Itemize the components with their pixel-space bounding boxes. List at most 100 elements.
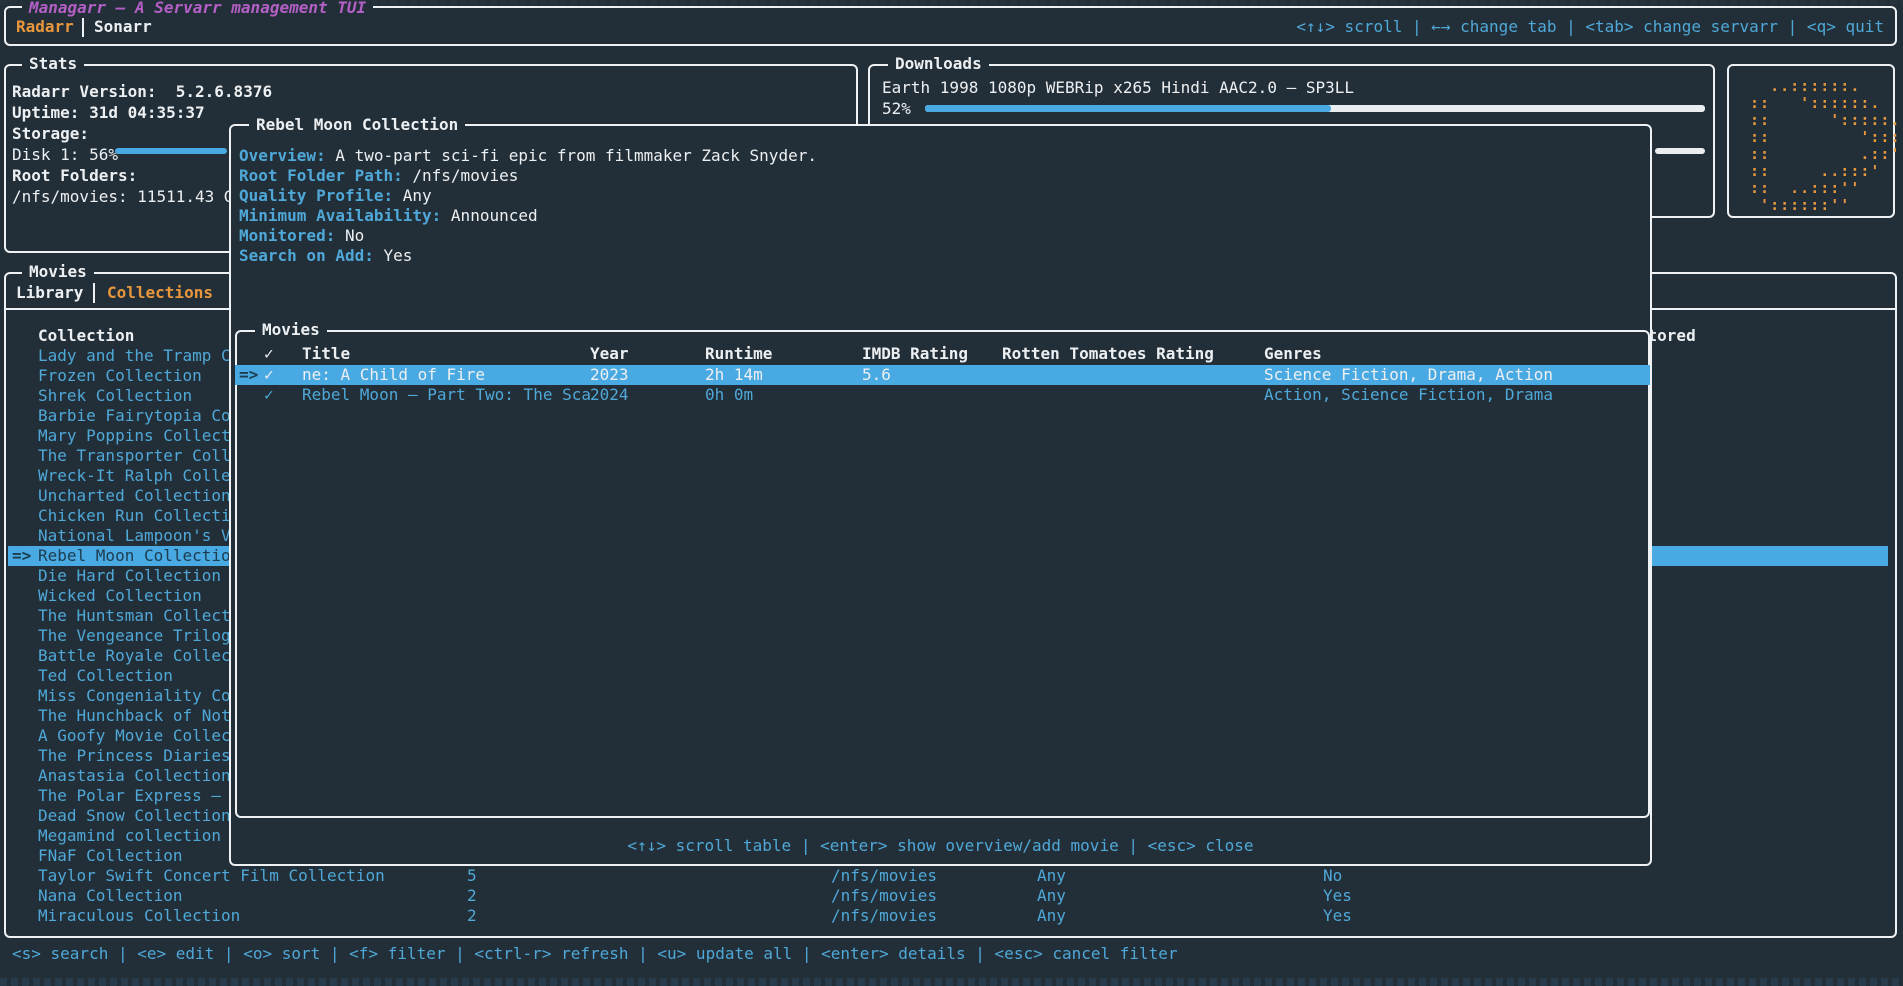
collection-name: Barbie Fairytopia Col <box>38 406 240 426</box>
modal-field: Monitored: No <box>239 226 364 246</box>
tab-collections[interactable]: Collections <box>107 283 213 303</box>
download-item: Earth 1998 1080p WEBRip x265 Hindi AAC2.… <box>882 78 1354 98</box>
collection-row[interactable]: Taylor Swift Concert Film Collection 5/nf… <box>0 866 1903 886</box>
collection-name: Ted Collection <box>38 666 173 686</box>
modal-field-label: Search on Add: <box>239 246 384 265</box>
collection-search-on-add: Yes <box>1323 906 1352 926</box>
movies-header-runtime: Runtime <box>705 344 772 364</box>
movies-header-year: Year <box>590 344 629 364</box>
collection-name: The Vengeance Trilogy <box>38 626 240 646</box>
app-title: Managarr – A Servarr management TUI <box>22 0 373 18</box>
stats-line: Uptime: 31d 04:35:37 <box>12 103 205 123</box>
movie-year: 2023 <box>590 365 629 385</box>
collection-details-modal: Rebel Moon Collection Overview: A two-pa… <box>229 124 1652 866</box>
modal-movie-row[interactable]: =>✓ne: A Child of Fire20232h 14m5.6Scien… <box>231 365 1650 385</box>
stats-line: Root Folders: <box>12 166 137 186</box>
movie-runtime: 2h 14m <box>705 365 763 385</box>
collection-name: FNaF Collection <box>38 846 183 866</box>
collections-tab-separator <box>93 283 95 303</box>
modal-field-label: Overview: <box>239 146 335 165</box>
movie-monitored-check: ✓ <box>264 385 274 405</box>
modal-field: Search on Add: Yes <box>239 246 412 266</box>
modal-movie-row[interactable]: ✓ Rebel Moon – Part Two: The Scar2024 0h 0… <box>231 385 1650 405</box>
collection-name: The Polar Express – C <box>38 786 240 806</box>
collection-row[interactable]: Nana Collection 2/nfs/movies Any Yes <box>0 886 1903 906</box>
modal-field-value: /nfs/movies <box>412 166 518 185</box>
collection-search-on-add: No <box>1323 866 1342 886</box>
collection-name: Taylor Swift Concert Film Collection <box>38 866 385 886</box>
collection-movie-count: 2 <box>467 886 477 906</box>
modal-title: Rebel Moon Collection <box>249 115 465 135</box>
collection-name: Wicked Collection <box>38 586 202 606</box>
modal-field-value: A two-part sci-fi epic from filmmaker Za… <box>335 146 817 165</box>
tab-radarr[interactable]: Radarr <box>16 17 74 37</box>
collection-name: Wreck-It Ralph Collec <box>38 466 240 486</box>
movie-title: ne: A Child of Fire <box>302 365 592 385</box>
download-progress-track <box>925 105 1705 112</box>
collection-row[interactable]: Miraculous Collection2/nfs/moviesAnyYes <box>0 906 1903 926</box>
movie-year: 2024 <box>590 385 629 405</box>
modal-field-label: Quality Profile: <box>239 186 403 205</box>
collections-panel-title: Movies <box>22 262 94 282</box>
collection-movie-count: 5 <box>467 866 477 886</box>
collection-name: Anastasia Collection <box>38 766 231 786</box>
collection-name: Chicken Run Collectio <box>38 506 240 526</box>
collection-name: The Princess Diaries <box>38 746 231 766</box>
modal-field: Root Folder Path: /nfs/movies <box>239 166 518 186</box>
modal-field: Quality Profile: Any <box>239 186 432 206</box>
stats-line: Radarr Version: 5.2.6.8376 <box>12 82 272 102</box>
collection-search-on-add: Yes <box>1323 886 1352 906</box>
modal-selection-marker: => <box>239 365 258 385</box>
modal-field: Overview: A two-part sci-fi epic from fi… <box>239 146 817 166</box>
download-percent: 52% <box>882 99 911 119</box>
modal-field-value: Announced <box>451 206 538 225</box>
movie-genres: Action, Science Fiction, Drama <box>1264 385 1553 405</box>
movie-genres: Science Fiction, Drama, Action <box>1264 365 1553 385</box>
stats-line: /nfs/movies: 11511.43 GB <box>12 187 243 207</box>
collection-name: Nana Collection <box>38 886 183 906</box>
movies-header-rt: Rotten Tomatoes Rating <box>1002 344 1214 364</box>
collection-name: Battle Royale Collect <box>38 646 240 666</box>
collection-name: The Huntsman Collecti <box>38 606 240 626</box>
tab-library[interactable]: Library <box>16 283 83 303</box>
modal-field-value: Any <box>403 186 432 205</box>
modal-movies-title: Movies <box>255 320 327 340</box>
stats-line: Storage: <box>12 124 89 144</box>
collection-root-folder: /nfs/movies <box>831 906 937 926</box>
disk-usage-bar <box>115 148 227 154</box>
collection-quality-profile: Any <box>1037 866 1066 886</box>
collection-root-folder: /nfs/movies <box>831 866 937 886</box>
movie-title: Rebel Moon – Part Two: The Scar <box>302 385 592 405</box>
collection-name: The Transporter Colle <box>38 446 240 466</box>
collection-name: Lady and the Tramp Co <box>38 346 240 366</box>
downloads-title: Downloads <box>888 54 989 74</box>
movie-runtime: 0h 0m <box>705 385 753 405</box>
collection-name: Dead Snow Collection <box>38 806 231 826</box>
clipped-text-bottom <box>0 978 1903 986</box>
modal-field-label: Minimum Availability: <box>239 206 451 225</box>
movies-header-check: ✓ <box>264 344 274 364</box>
radarr-ascii-logo: ..::::::. :: '::::::. :: ':::::. :: ':::… <box>1740 78 1901 214</box>
download-progress-fill <box>925 105 1331 112</box>
tab-sonarr[interactable]: Sonarr <box>94 17 152 37</box>
header-keybinds: <↑↓> scroll | ←→ change tab | <tab> chan… <box>1296 17 1884 37</box>
collection-name: The Hunchback of Notr <box>38 706 240 726</box>
collection-quality-profile: Any <box>1037 906 1066 926</box>
collection-name: Megamind collection <box>38 826 221 846</box>
stats-title: Stats <box>22 54 84 74</box>
terminal-screen: Managarr – A Servarr management TUI Rada… <box>0 0 1903 986</box>
collection-quality-profile: Any <box>1037 886 1066 906</box>
movies-header-title: Title <box>302 344 350 364</box>
collections-column-header: Collection <box>38 326 134 346</box>
collection-name: Die Hard Collection <box>38 566 221 586</box>
modal-field-label: Root Folder Path: <box>239 166 412 185</box>
collection-root-folder: /nfs/movies <box>831 886 937 906</box>
movie-monitored-check: ✓ <box>264 365 274 385</box>
collection-name: Miraculous Collection <box>38 906 240 926</box>
collection-name: Mary Poppins Collecti <box>38 426 240 446</box>
movies-header-genres: Genres <box>1264 344 1322 364</box>
selection-marker: => <box>12 546 31 566</box>
tab-separator <box>82 17 84 37</box>
movies-header-imdb: IMDB Rating <box>862 344 968 364</box>
modal-field-label: Monitored: <box>239 226 345 245</box>
